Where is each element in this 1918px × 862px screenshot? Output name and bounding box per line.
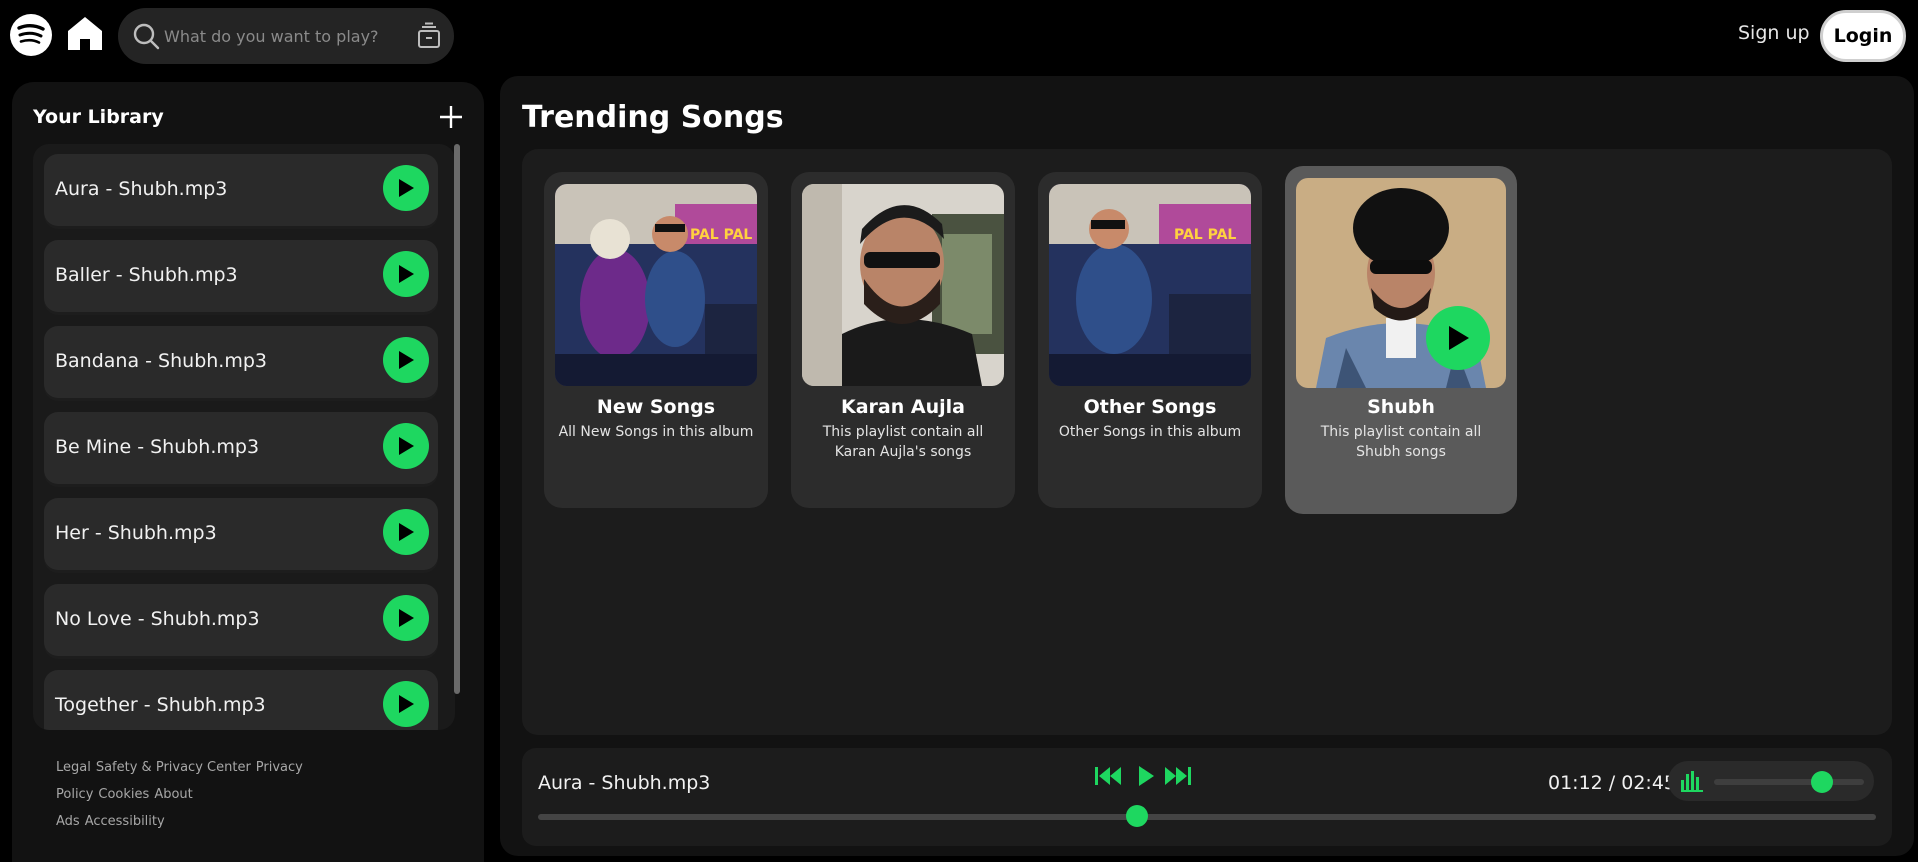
svg-text:PAL PAL: PAL PAL [690, 227, 752, 243]
seek-bar[interactable] [538, 814, 1876, 820]
album-cover-image: PAL PAL [555, 184, 757, 386]
card-title: New Songs [596, 396, 716, 418]
svg-text:PAL PAL: PAL PAL [1174, 227, 1236, 243]
card-title: Karan Aujla [841, 396, 965, 418]
card-title: Other Songs [1083, 396, 1217, 418]
footer-link[interactable]: Cookies [98, 787, 149, 802]
library-item-label: Be Mine - Shubh.mp3 [55, 436, 260, 458]
play-icon[interactable] [383, 681, 429, 727]
card-description: Other Songs in this album [1058, 424, 1242, 440]
play-icon[interactable] [383, 509, 429, 555]
footer-link[interactable]: Legal [56, 760, 91, 775]
browse-icon[interactable] [416, 22, 442, 54]
library-item[interactable]: Aura - Shubh.mp3 [44, 154, 438, 226]
card-shubh[interactable]: Shubh This playlist contain all Shubh so… [1285, 166, 1517, 514]
login-button[interactable]: Login [1820, 10, 1906, 62]
library-item-label: Bandana - Shubh.mp3 [55, 350, 267, 372]
footer-links: Legal Safety & Privacy Center Privacy Poli… [56, 754, 446, 835]
play-icon[interactable] [1136, 764, 1156, 792]
player-bar: Aura - Shubh.mp3 01:12 / 02:45 [522, 748, 1892, 846]
play-icon[interactable] [383, 423, 429, 469]
main-content: Trending Songs PAL PAL New Songs All New… [500, 76, 1914, 856]
library-item-label: Her - Shubh.mp3 [55, 522, 217, 544]
plus-icon[interactable] [436, 102, 466, 132]
play-icon[interactable] [383, 337, 429, 383]
card-karan-aujla[interactable]: Karan Aujla This playlist contain all Ka… [791, 172, 1015, 508]
library-sidebar: Your Library Aura - Shubh.mp3 Baller - Sh… [12, 82, 484, 862]
library-item-label: Baller - Shubh.mp3 [55, 264, 238, 286]
library-item[interactable]: Her - Shubh.mp3 [44, 498, 438, 570]
top-bar: Sign up Login [0, 0, 1918, 70]
library-list[interactable]: Aura - Shubh.mp3 Baller - Shubh.mp3 Bandan… [33, 144, 455, 730]
search-icon[interactable] [132, 22, 160, 54]
track-time: 01:12 / 02:45 [1548, 772, 1676, 794]
sign-up-link[interactable]: Sign up [1738, 22, 1810, 44]
play-icon[interactable] [383, 251, 429, 297]
seek-thumb[interactable] [1126, 805, 1149, 827]
card-description: This playlist contain all Shubh songs [1320, 424, 1482, 460]
album-cover-image: PAL PAL [1049, 184, 1251, 386]
footer-link[interactable]: About [154, 787, 192, 802]
search-input[interactable] [164, 22, 394, 50]
play-icon[interactable] [1426, 306, 1490, 370]
spotify-logo-icon[interactable] [10, 14, 52, 56]
card-other-songs[interactable]: PAL PAL Other Songs Other Songs in this … [1038, 172, 1262, 508]
artist-photo-image [802, 184, 1004, 386]
library-item[interactable]: No Love - Shubh.mp3 [44, 584, 438, 656]
search-bar [118, 8, 454, 64]
now-playing-title: Aura - Shubh.mp3 [538, 772, 711, 794]
home-icon[interactable] [64, 12, 106, 54]
volume-icon[interactable] [1680, 770, 1704, 796]
library-item[interactable]: Together - Shubh.mp3 [44, 670, 438, 730]
library-item[interactable]: Bandana - Shubh.mp3 [44, 326, 438, 398]
cards-panel: PAL PAL New Songs All New Songs in this … [522, 149, 1892, 735]
next-track-icon[interactable] [1164, 764, 1192, 792]
volume-control [1668, 761, 1874, 801]
library-scrollbar[interactable] [454, 144, 460, 694]
volume-slider[interactable] [1714, 779, 1864, 785]
library-item-label: No Love - Shubh.mp3 [55, 608, 260, 630]
card-description: All New Songs in this album [558, 424, 754, 440]
play-icon[interactable] [383, 165, 429, 211]
library-item[interactable]: Baller - Shubh.mp3 [44, 240, 438, 312]
card-new-songs[interactable]: PAL PAL New Songs All New Songs in this … [544, 172, 768, 508]
footer-link[interactable]: Accessibility [85, 814, 165, 829]
play-icon[interactable] [383, 595, 429, 641]
volume-thumb[interactable] [1811, 771, 1833, 793]
library-title: Your Library [33, 106, 164, 128]
footer-link[interactable]: Safety & Privacy Center [96, 760, 251, 775]
card-description: This playlist contain all Karan Aujla's … [822, 424, 984, 460]
footer-link[interactable]: Ads [56, 814, 80, 829]
card-title: Shubh [1367, 396, 1435, 418]
library-item[interactable]: Be Mine - Shubh.mp3 [44, 412, 438, 484]
library-item-label: Aura - Shubh.mp3 [55, 178, 228, 200]
library-item-label: Together - Shubh.mp3 [55, 694, 266, 716]
previous-track-icon[interactable] [1094, 764, 1122, 792]
page-title: Trending Songs [522, 100, 784, 135]
